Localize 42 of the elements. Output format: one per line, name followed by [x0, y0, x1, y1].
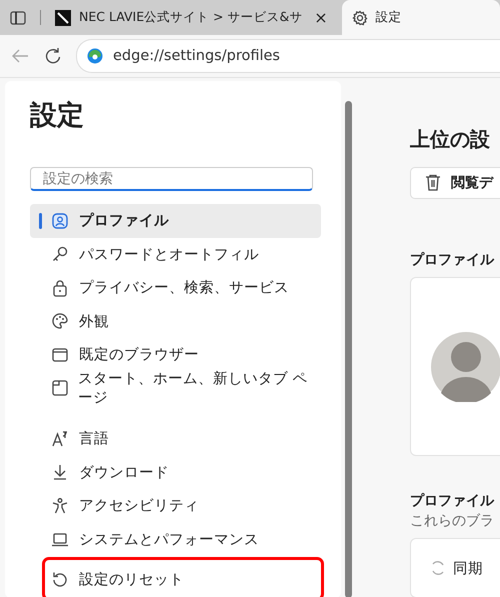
sidebar-item[interactable]: アクセシビリティ: [30, 489, 321, 522]
sync-card[interactable]: 同期: [410, 538, 500, 597]
section-heading: 上位の設: [410, 126, 491, 153]
language-icon: [51, 430, 69, 448]
sidebar-item[interactable]: 言語: [30, 422, 321, 456]
sidebar-item[interactable]: システムとパフォーマンス: [30, 522, 321, 556]
address-field[interactable]: edge://settings/profiles: [76, 39, 500, 73]
browser-logo-icon: [87, 48, 103, 64]
trash-icon: [425, 174, 441, 192]
close-tab-button[interactable]: ×: [310, 8, 332, 27]
section-heading: プロファイル: [410, 250, 496, 269]
palette-icon: [51, 312, 69, 330]
search-field[interactable]: 設定の検索: [30, 167, 313, 191]
sidebar-item[interactable]: パスワードとオートフィル: [30, 238, 321, 271]
key-icon: [51, 245, 69, 264]
sidebar-toggle-icon[interactable]: [10, 10, 26, 24]
accessibility-icon: [51, 496, 69, 515]
lock-icon: [51, 278, 69, 297]
sync-label: 同期: [453, 560, 483, 578]
new-tab-page-icon: [51, 379, 68, 398]
settings-icon: [352, 10, 368, 26]
sidebar-item[interactable]: プライバシー、検索、サービス: [30, 271, 321, 304]
settings-title: 設定: [30, 99, 85, 133]
sidebar-item[interactable]: 既定のブラウザー: [30, 338, 321, 372]
browser-tab[interactable]: NEC LAVIE公式サイト > サービス&サ ×: [45, 0, 342, 35]
clear-data-button[interactable]: 閲覧デ: [410, 167, 500, 199]
sidebar-item[interactable]: ダウンロード: [30, 456, 321, 489]
sidebar-item[interactable]: スタート、ホーム、新しいタブ ページ: [30, 372, 321, 405]
browser-window-icon: [51, 346, 69, 364]
section-heading: プロファイル: [410, 492, 496, 510]
reset-icon: [51, 570, 69, 588]
sidebar-item[interactable]: プロファイル: [30, 204, 321, 238]
scrollbar[interactable]: [345, 101, 352, 597]
profile-icon: [51, 212, 69, 230]
refresh-icon[interactable]: [44, 47, 62, 65]
avatar-icon: [431, 332, 500, 402]
section-description: これらのブラ: [410, 512, 495, 530]
download-icon: [51, 463, 69, 482]
browser-tab[interactable]: 設定: [342, 0, 500, 35]
sidebar-item[interactable]: 設定のリセット: [45, 560, 321, 597]
site-favicon-icon: [55, 10, 71, 26]
sidebar-item[interactable]: 外観: [30, 304, 321, 338]
